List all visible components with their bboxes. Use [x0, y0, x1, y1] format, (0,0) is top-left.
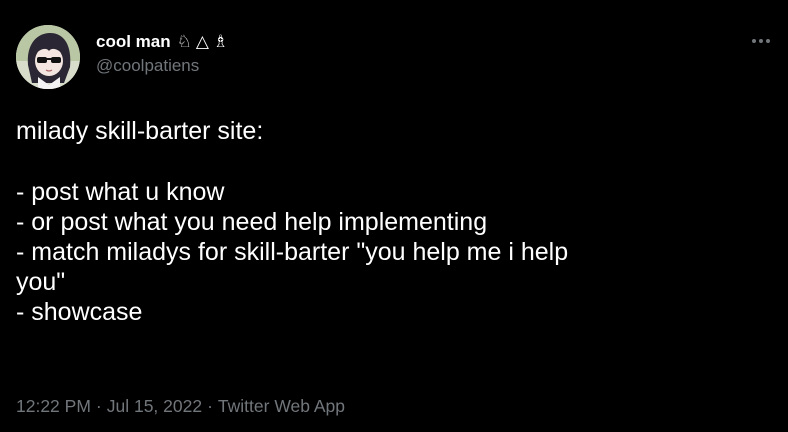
- author-display-name-row[interactable]: cool man ♘ △ ♗: [96, 32, 228, 52]
- tweet-line: - or post what you need help implementin…: [16, 208, 488, 236]
- meta-separator: ·: [207, 396, 213, 416]
- author-handle[interactable]: @coolpatiens: [96, 56, 228, 76]
- more-dots-icon: [752, 39, 770, 43]
- author-block: cool man ♘ △ ♗ @coolpatiens: [96, 32, 228, 76]
- tweet-line: - match miladys for skill-barter "you he…: [16, 238, 569, 266]
- avatar-image: [16, 25, 80, 89]
- knight-symbol: ♘: [176, 32, 192, 51]
- name-symbols: ♘ △ ♗: [177, 32, 229, 52]
- tweet-line: milady skill-barter site:: [16, 117, 264, 145]
- tweet-card: cool man ♘ △ ♗ @coolpatiens milady skill…: [0, 0, 788, 432]
- tweet-source-link[interactable]: Twitter Web App: [218, 394, 345, 418]
- tweet-line: you": [16, 268, 66, 296]
- triangle-symbol: △: [195, 32, 209, 51]
- tweet-date[interactable]: Jul 15, 2022: [107, 394, 202, 418]
- bishop-symbol: ♗: [212, 32, 229, 51]
- avatar[interactable]: [16, 25, 80, 89]
- tweet-meta: 12:22 PM · Jul 15, 2022 · Twitter Web Ap…: [16, 394, 345, 418]
- author-display-name[interactable]: cool man: [96, 32, 171, 52]
- tweet-line: - showcase: [16, 298, 143, 326]
- tweet-text: milady skill-barter site: - post what u …: [16, 116, 756, 327]
- tweet-time[interactable]: 12:22 PM: [16, 394, 91, 418]
- more-options-button[interactable]: [748, 28, 774, 54]
- meta-separator: ·: [95, 396, 102, 416]
- tweet-line: - post what u know: [16, 178, 225, 206]
